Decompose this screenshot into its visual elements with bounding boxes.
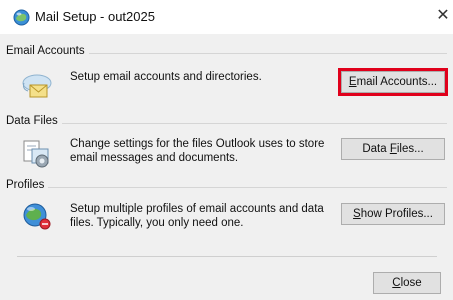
email-accounts-accel: E <box>348 76 357 88</box>
close-icon[interactable]: ✕ <box>435 6 451 26</box>
mail-envelope-icon <box>22 74 52 98</box>
data-files-description: Change settings for the files Outlook us… <box>70 138 325 164</box>
profiles-globe-icon <box>23 203 51 230</box>
data-files-icon <box>23 140 49 168</box>
dialog-body: Email Accounts Setup email accounts and … <box>0 34 453 300</box>
group-divider-data-files <box>6 123 447 124</box>
footer-separator <box>17 256 437 257</box>
group-label-profiles: Profiles <box>6 179 49 191</box>
data-files-label-pre: Data <box>362 143 390 155</box>
email-accounts-description: Setup email accounts and directories. <box>70 71 262 83</box>
title-bar: Mail Setup - out2025 ✕ <box>0 0 453 34</box>
group-divider-profiles <box>6 187 447 188</box>
window-title: Mail Setup - out2025 <box>35 9 155 24</box>
data-files-label: iles... <box>396 143 424 155</box>
show-profiles-button[interactable]: Show Profiles... <box>341 203 445 225</box>
profiles-description: Setup multiple profiles of email account… <box>70 203 324 229</box>
close-label: lose <box>400 277 422 289</box>
close-button[interactable]: Close <box>373 272 441 294</box>
show-profiles-label: how Profiles... <box>360 208 433 220</box>
group-label-data-files: Data Files <box>6 115 62 127</box>
group-label-email-accounts: Email Accounts <box>6 45 89 57</box>
email-accounts-label: mail Accounts... <box>356 76 438 88</box>
mail-setup-dialog: Mail Setup - out2025 ✕ Email Accounts Se… <box>0 0 453 300</box>
data-files-button[interactable]: Data Files... <box>341 138 445 160</box>
email-accounts-button[interactable]: Email Accounts... <box>338 68 448 96</box>
data-files-accel: F <box>389 143 397 155</box>
show-profiles-accel: S <box>353 208 361 220</box>
mail-setup-app-icon <box>13 9 30 26</box>
close-accel: C <box>392 277 401 289</box>
